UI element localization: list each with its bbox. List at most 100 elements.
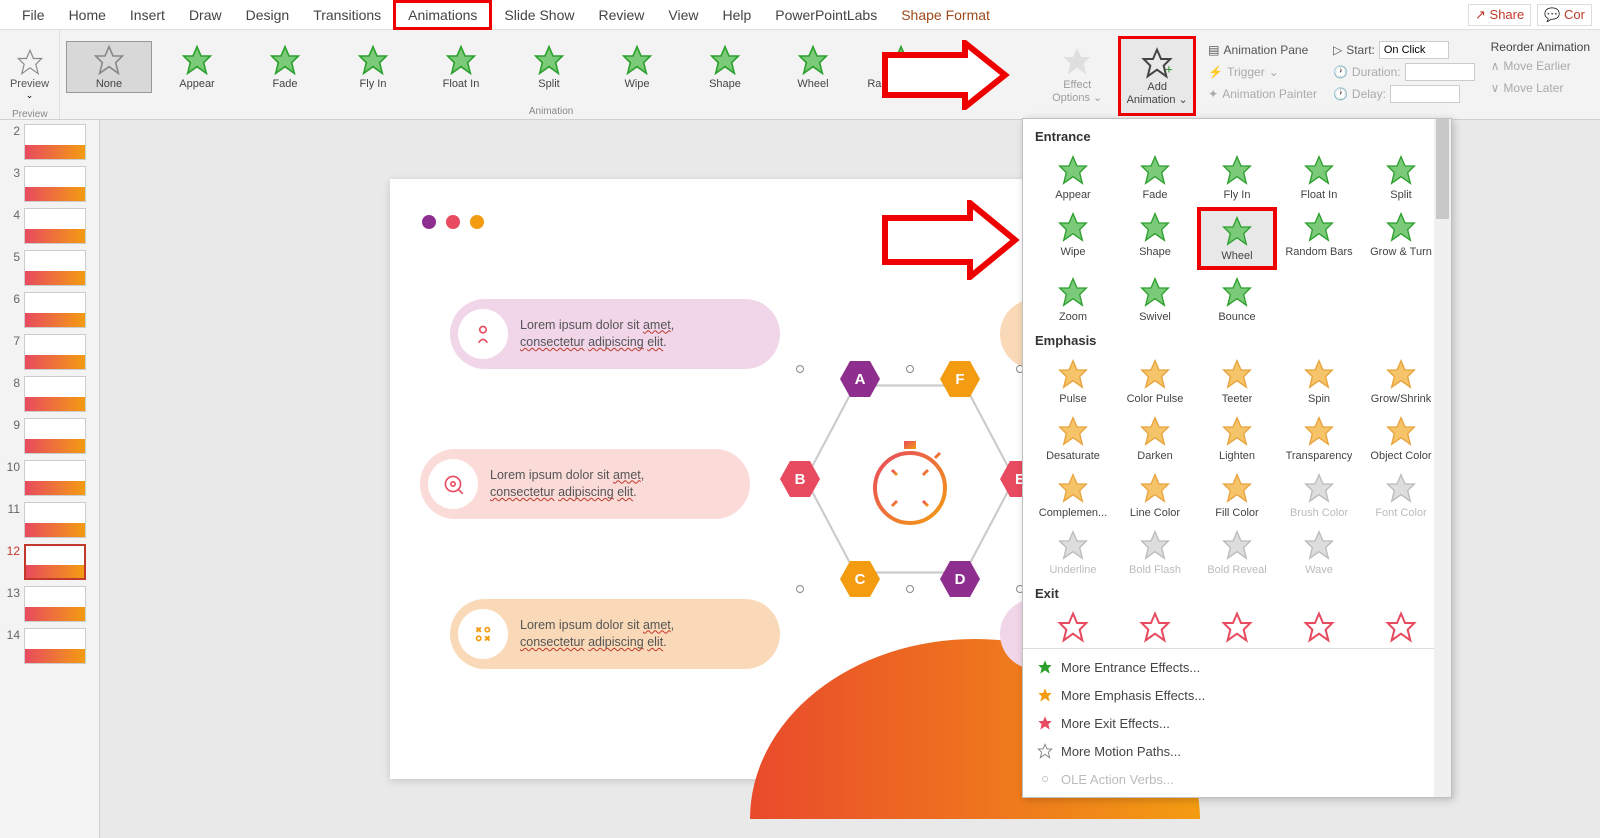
- animation-painter-button[interactable]: ✦Animation Painter: [1208, 84, 1317, 104]
- selection-handle[interactable]: [906, 365, 914, 373]
- entrance-fly-in[interactable]: Fly In: [1197, 150, 1277, 205]
- thumbnail-14[interactable]: 14: [4, 628, 95, 664]
- dropdown-scroll[interactable]: Entrance AppearFadeFly InFloat InSplitWi…: [1023, 119, 1451, 648]
- menu-view[interactable]: View: [656, 3, 710, 27]
- more-entrance-effects[interactable]: More Entrance Effects...: [1023, 653, 1451, 681]
- emphasis-teeter[interactable]: Teeter: [1197, 354, 1277, 409]
- duration-input[interactable]: [1405, 63, 1475, 81]
- thumbnail-4[interactable]: 4: [4, 208, 95, 244]
- pill-shape[interactable]: Lorem ipsum dolor sit amet,consectetur a…: [450, 299, 780, 369]
- emphasis-darken[interactable]: Darken: [1115, 411, 1195, 466]
- menu-file[interactable]: File: [10, 3, 57, 27]
- animation-appear[interactable]: Appear: [154, 42, 240, 92]
- thumbnail-7[interactable]: 7: [4, 334, 95, 370]
- dot[interactable]: [470, 215, 484, 229]
- emphasis-desaturate[interactable]: Desaturate: [1033, 411, 1113, 466]
- center-hexagon-group[interactable]: A F B E C D: [800, 369, 1020, 589]
- dropdown-scrollbar[interactable]: [1434, 119, 1451, 797]
- thumbnail-13[interactable]: 13: [4, 586, 95, 622]
- dot[interactable]: [446, 215, 460, 229]
- menu-insert[interactable]: Insert: [118, 3, 177, 27]
- emphasis-transparency[interactable]: Transparency: [1279, 411, 1359, 466]
- entrance-zoom[interactable]: Zoom: [1033, 272, 1113, 327]
- comments-button[interactable]: 💬 Cor: [1537, 4, 1592, 26]
- preview-button[interactable]: Preview ⌄: [10, 48, 49, 101]
- move-earlier-button[interactable]: ∧ Move Earlier: [1491, 56, 1590, 76]
- entrance-grow-turn[interactable]: Grow & Turn: [1361, 207, 1441, 270]
- exit-item[interactable]: [1361, 607, 1441, 647]
- thumbnail-5[interactable]: 5: [4, 250, 95, 286]
- menu-draw[interactable]: Draw: [177, 3, 234, 27]
- animation-none[interactable]: None: [66, 41, 152, 93]
- thumbnail-3[interactable]: 3: [4, 166, 95, 202]
- entrance-wheel[interactable]: Wheel: [1197, 207, 1277, 270]
- menu-review[interactable]: Review: [586, 3, 656, 27]
- entrance-fade[interactable]: Fade: [1115, 150, 1195, 205]
- delay-input[interactable]: [1390, 85, 1460, 103]
- menu-home[interactable]: Home: [57, 3, 118, 27]
- emphasis-spin[interactable]: Spin: [1279, 354, 1359, 409]
- more-emphasis-effects[interactable]: More Emphasis Effects...: [1023, 681, 1451, 709]
- menu-transitions[interactable]: Transitions: [301, 3, 393, 27]
- animation-pane-button[interactable]: ▤Animation Pane: [1208, 40, 1317, 60]
- menu-animations[interactable]: Animations: [393, 0, 492, 30]
- menu-help[interactable]: Help: [710, 3, 763, 27]
- pill-shape[interactable]: Lorem ipsum dolor sit amet,consectetur a…: [450, 599, 780, 669]
- exit-item[interactable]: [1197, 607, 1277, 647]
- share-button[interactable]: ↗ Share: [1468, 4, 1531, 26]
- emphasis-grow-shrink[interactable]: Grow/Shrink: [1361, 354, 1441, 409]
- thumbnail-11[interactable]: 11: [4, 502, 95, 538]
- animation-float-in[interactable]: Float In: [418, 42, 504, 92]
- entrance-swivel[interactable]: Swivel: [1115, 272, 1195, 327]
- entrance-bounce[interactable]: Bounce: [1197, 272, 1277, 327]
- exit-item[interactable]: [1033, 607, 1113, 647]
- emphasis-color-pulse[interactable]: Color Pulse: [1115, 354, 1195, 409]
- animation-wheel[interactable]: Wheel: [770, 42, 856, 92]
- thumbnail-10[interactable]: 10: [4, 460, 95, 496]
- star-icon: [1221, 415, 1253, 447]
- emphasis-pulse[interactable]: Pulse: [1033, 354, 1113, 409]
- animation-fade[interactable]: Fade: [242, 42, 328, 92]
- move-later-button[interactable]: ∨ Move Later: [1491, 78, 1590, 98]
- menu-powerpointlabs[interactable]: PowerPointLabs: [763, 3, 889, 27]
- animation-fly-in[interactable]: Fly In: [330, 42, 416, 92]
- entrance-float-in[interactable]: Float In: [1279, 150, 1359, 205]
- more-motion-paths[interactable]: More Motion Paths...: [1023, 737, 1451, 765]
- pill-icon: [428, 459, 478, 509]
- scrollbar-thumb[interactable]: [1436, 119, 1449, 219]
- thumbnail-2[interactable]: 2: [4, 124, 95, 160]
- emphasis-object-color[interactable]: Object Color: [1361, 411, 1441, 466]
- effect-options-button[interactable]: EffectOptions ⌄: [1042, 30, 1112, 119]
- entrance-shape[interactable]: Shape: [1115, 207, 1195, 270]
- dot[interactable]: [422, 215, 436, 229]
- entrance-appear[interactable]: Appear: [1033, 150, 1113, 205]
- exit-item[interactable]: [1115, 607, 1195, 647]
- pill-shape[interactable]: Lorem ipsum dolor sit amet,consectetur a…: [420, 449, 750, 519]
- thumbnail-9[interactable]: 9: [4, 418, 95, 454]
- animation-shape[interactable]: Shape: [682, 42, 768, 92]
- emphasis-fill-color[interactable]: Fill Color: [1197, 468, 1277, 523]
- thumbnail-panel[interactable]: 2 3 4 5 6 7 8 9 10 11 12 13 14: [0, 120, 100, 838]
- menu-design[interactable]: Design: [234, 3, 302, 27]
- start-select[interactable]: [1379, 41, 1449, 59]
- thumbnail-8[interactable]: 8: [4, 376, 95, 412]
- thumbnail-6[interactable]: 6: [4, 292, 95, 328]
- trigger-button[interactable]: ⚡Trigger ⌄: [1208, 62, 1317, 82]
- emphasis-complemen-[interactable]: Complemen...: [1033, 468, 1113, 523]
- entrance-random-bars[interactable]: Random Bars: [1279, 207, 1359, 270]
- animation-wipe[interactable]: Wipe: [594, 42, 680, 92]
- entrance-wipe[interactable]: Wipe: [1033, 207, 1113, 270]
- exit-item[interactable]: [1279, 607, 1359, 647]
- thumbnail-12[interactable]: 12: [4, 544, 95, 580]
- menu-shapeformat[interactable]: Shape Format: [889, 3, 1002, 27]
- more-exit-effects[interactable]: More Exit Effects...: [1023, 709, 1451, 737]
- menu-slideshow[interactable]: Slide Show: [492, 3, 586, 27]
- selection-handle[interactable]: [796, 585, 804, 593]
- add-animation-button[interactable]: + AddAnimation ⌄: [1118, 36, 1196, 116]
- selection-handle[interactable]: [796, 365, 804, 373]
- animation-split[interactable]: Split: [506, 42, 592, 92]
- emphasis-lighten[interactable]: Lighten: [1197, 411, 1277, 466]
- emphasis-line-color[interactable]: Line Color: [1115, 468, 1195, 523]
- entrance-split[interactable]: Split: [1361, 150, 1441, 205]
- selection-handle[interactable]: [906, 585, 914, 593]
